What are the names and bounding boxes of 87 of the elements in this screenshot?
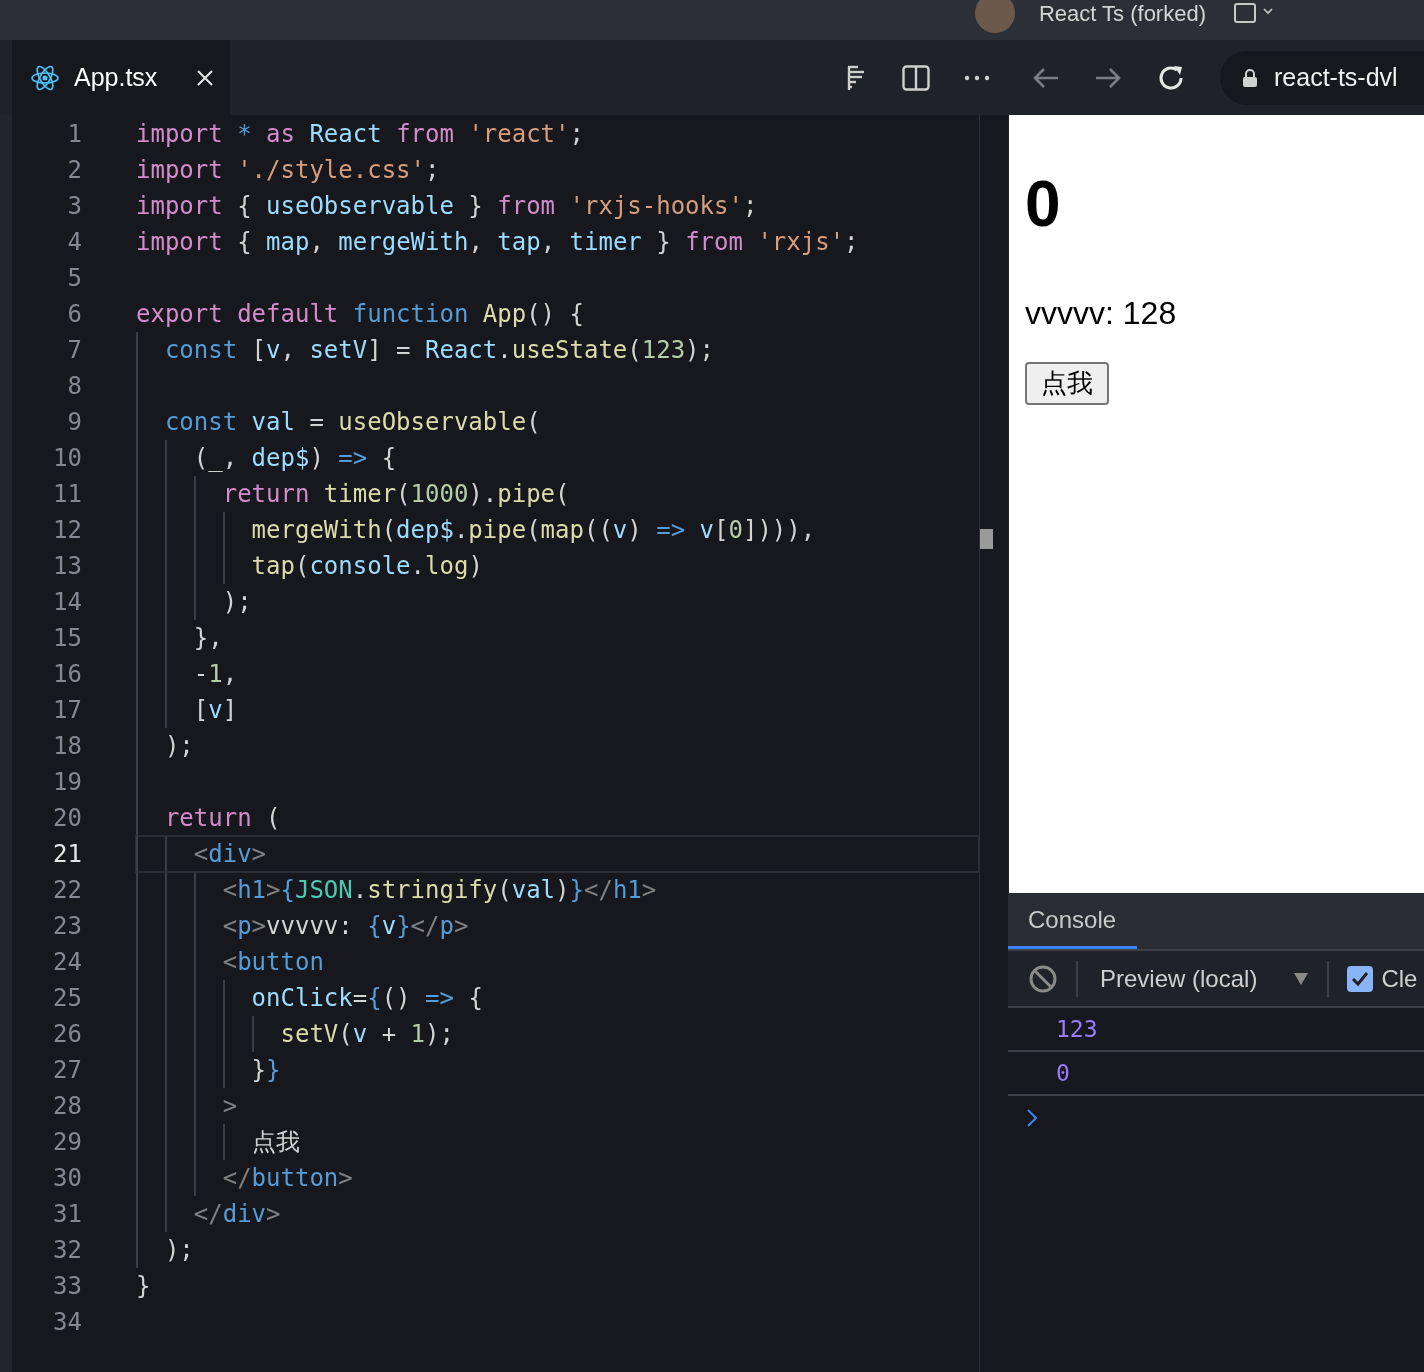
code-line: import './style.css'; [136, 156, 440, 184]
line-number: 10 [52, 444, 82, 472]
split-view-icon[interactable] [902, 64, 930, 91]
line-number: 25 [52, 984, 82, 1012]
line-number: 21 [52, 840, 82, 868]
line-number: 11 [52, 480, 82, 508]
code-line: ); [163, 732, 194, 760]
code-line: import { map, mergeWith, tap, timer } from 'rxjs'; [136, 228, 859, 256]
check-icon [1351, 970, 1370, 987]
line-number: 30 [52, 1164, 82, 1192]
code-line: > [221, 1092, 238, 1120]
click-button[interactable]: 点我 [1025, 362, 1109, 405]
line-number: 17 [52, 696, 82, 724]
line-number: 28 [52, 1092, 82, 1120]
line-number: 20 [52, 804, 82, 832]
code-line: setV(v + 1); [279, 1020, 454, 1048]
line-number: 32 [52, 1236, 82, 1264]
code-line: } [136, 1272, 151, 1300]
address-bar[interactable]: react-ts-dvl [1220, 50, 1424, 105]
lock-icon [1242, 67, 1258, 88]
line-number: 29 [52, 1128, 82, 1156]
code-line: <p>vvvvv: {v}</p> [221, 912, 469, 940]
code-line: const [v, setV] = React.useState(123); [163, 336, 714, 364]
code-line: -1, [192, 660, 238, 688]
code-line: return ( [163, 804, 281, 832]
code-line: mergeWith(dep$.pipe(map((v) => v[0]))), [250, 516, 816, 544]
window-title: React Ts (forked) [1038, 1, 1206, 27]
code-line: }, [192, 624, 223, 652]
dropdown-triangle-icon [1293, 971, 1310, 986]
code-line: <h1>{JSON.stringify(val)}</h1> [221, 876, 657, 904]
window-icon[interactable] [1234, 3, 1274, 23]
close-icon[interactable] [196, 68, 214, 87]
line-number: 12 [52, 516, 82, 544]
code-line: </button> [221, 1164, 353, 1192]
line-number: 23 [52, 912, 82, 940]
more-icon[interactable] [964, 74, 990, 81]
prompt-chevron-icon[interactable] [1026, 1108, 1038, 1128]
heading: 0 [1025, 167, 1062, 241]
checkbox-label: Cle [1381, 964, 1418, 993]
line-number: 5 [66, 264, 82, 292]
code-line: tap(console.log) [250, 552, 483, 580]
line-number: 7 [66, 336, 82, 364]
code-line: const val = useObservable( [163, 408, 541, 436]
avatar-icon [974, 0, 1015, 33]
code-line: <button [221, 948, 324, 976]
line-number: 3 [66, 192, 82, 220]
line-number: 6 [66, 300, 82, 328]
line-number: 31 [52, 1200, 82, 1228]
line-number: 9 [66, 408, 82, 436]
line-number: 15 [52, 624, 82, 652]
line-number: 16 [52, 660, 82, 688]
code-line: </div> [192, 1200, 281, 1228]
code-line: }} [250, 1056, 281, 1084]
code-line: import * as React from 'react'; [136, 120, 584, 148]
line-number: 34 [52, 1308, 82, 1336]
line-number: 2 [66, 156, 82, 184]
editor-tab[interactable]: App.tsx [12, 40, 230, 115]
line-number: 26 [52, 1020, 82, 1048]
code-line: (_, dep$) => { [192, 444, 397, 472]
line-number: 22 [52, 876, 82, 904]
checkbox[interactable] [1347, 965, 1374, 992]
code-line: return timer(1000).pipe( [221, 480, 570, 508]
scrollbar-thumb[interactable] [980, 529, 993, 549]
console-output: 123 [1056, 1016, 1098, 1042]
line-number: 4 [66, 228, 82, 256]
clear-console-icon[interactable] [1028, 963, 1058, 994]
code-line: ); [221, 588, 252, 616]
code-line: [v] [192, 696, 238, 724]
line-number: 1 [66, 120, 82, 148]
line-number: 14 [52, 588, 82, 616]
context-dropdown[interactable]: Preview (local) [1096, 964, 1310, 993]
line-number: 24 [52, 948, 82, 976]
line-number: 8 [66, 372, 82, 400]
line-number: 27 [52, 1056, 82, 1084]
line-number: 19 [52, 768, 82, 796]
code-line: onClick={() => { [250, 984, 483, 1012]
atom-icon [30, 63, 60, 92]
line-number: 18 [52, 732, 82, 760]
code-line: <div> [192, 840, 267, 868]
console-output: 0 [1056, 1060, 1070, 1086]
line-number: 13 [52, 552, 82, 580]
code-line: ); [163, 1236, 194, 1264]
code-line: export default function App() { [136, 300, 584, 328]
code-line: 点我 [250, 1127, 300, 1158]
line-number: 33 [52, 1272, 82, 1300]
code-line: import { useObservable } from 'rxjs-hooks'; [136, 192, 758, 220]
paragraph: vvvvv: 128 [1025, 295, 1178, 332]
